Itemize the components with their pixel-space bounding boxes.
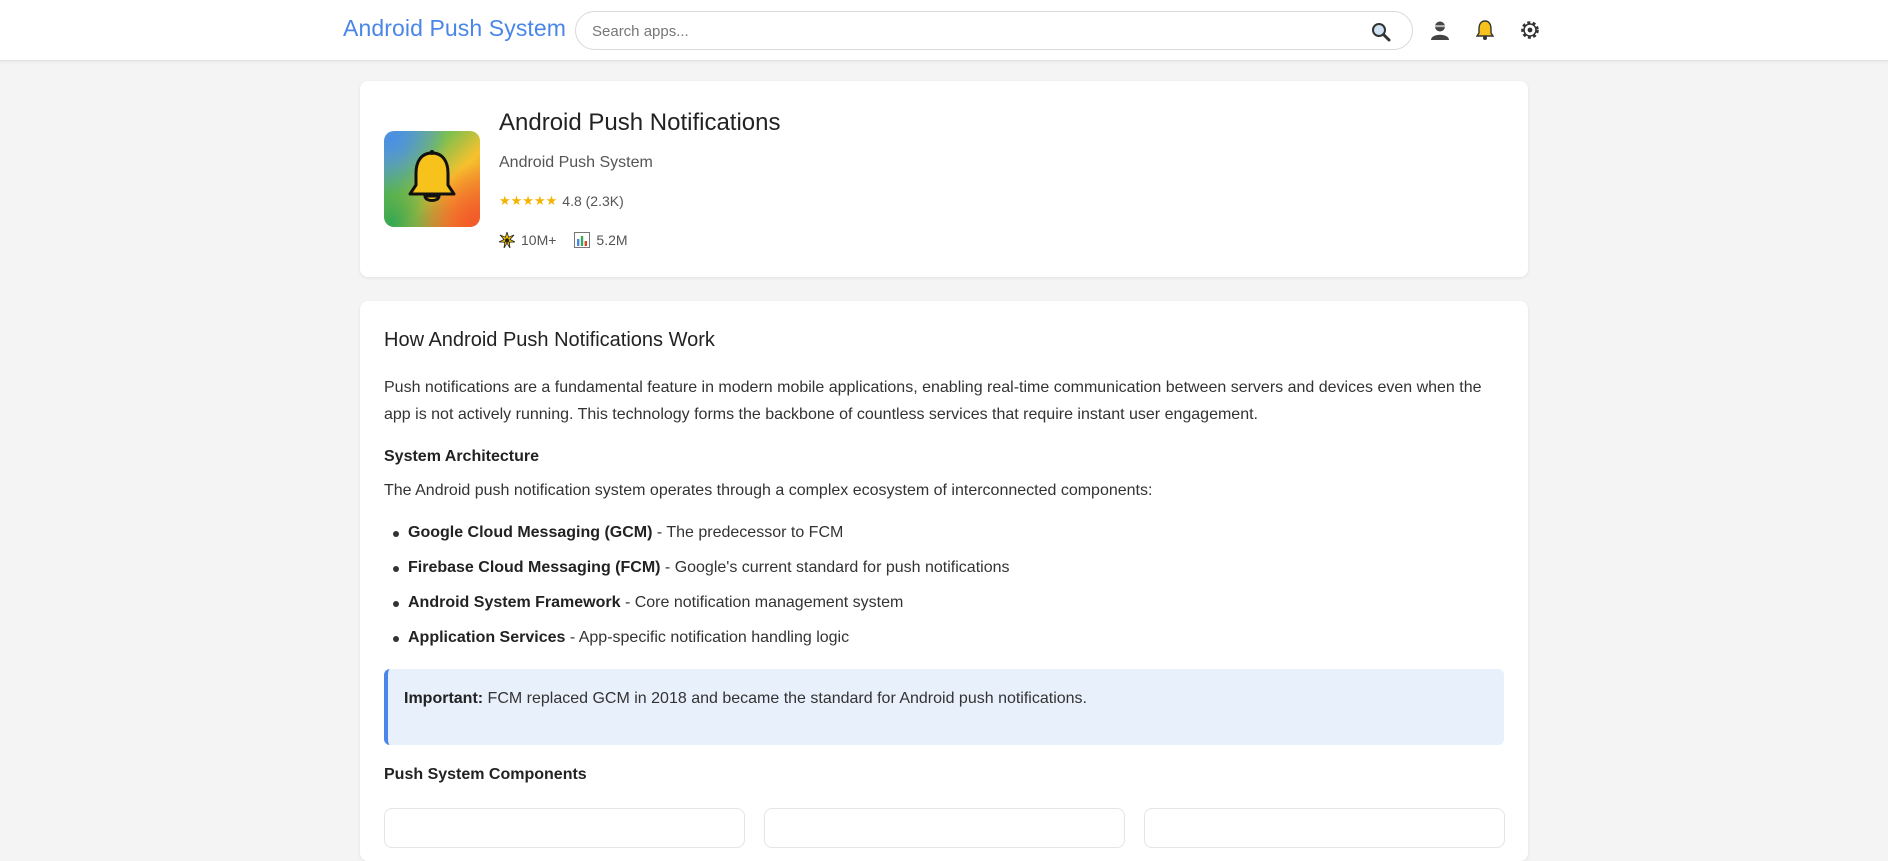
top-bar: Android Push System	[0, 0, 1888, 61]
component-name: Firebase Cloud Messaging (FCM)	[408, 559, 661, 576]
search-input[interactable]	[592, 20, 1352, 42]
component-card[interactable]	[384, 808, 745, 848]
component-name: Application Services	[408, 629, 566, 646]
bullet	[393, 601, 399, 607]
app-stats: 10M+ 5.2M	[499, 232, 646, 248]
app-title: Android Push Notifications	[499, 109, 781, 136]
article-heading: How Android Push Notifications Work	[384, 329, 715, 351]
list-item: Application Services - App-specific noti…	[384, 629, 1009, 664]
search-bar[interactable]	[575, 11, 1413, 50]
components-list: Google Cloud Messaging (GCM) - The prede…	[384, 524, 1009, 664]
component-name: Android System Framework	[408, 594, 621, 611]
sparkle-icon	[499, 232, 515, 248]
user-icon[interactable]	[1429, 19, 1451, 41]
component-desc: - The predecessor to FCM	[652, 524, 844, 541]
list-item: Firebase Cloud Messaging (FCM) - Google'…	[384, 559, 1009, 594]
important-callout: Important: FCM replaced GCM in 2018 and …	[384, 669, 1504, 745]
search-icon[interactable]	[1370, 21, 1392, 43]
components-heading: Push System Components	[384, 766, 587, 783]
component-name: Google Cloud Messaging (GCM)	[408, 524, 653, 541]
list-item: Google Cloud Messaging (GCM) - The prede…	[384, 524, 1009, 559]
downloads-value: 10M+	[521, 232, 557, 248]
app-rating: ★★★★★ 4.8 (2.3K)	[499, 193, 624, 209]
article-card: How Android Push Notifications Work Push…	[360, 301, 1528, 861]
bell-icon	[408, 150, 456, 202]
component-card[interactable]	[764, 808, 1125, 848]
list-item: Android System Framework - Core notifica…	[384, 594, 1009, 629]
component-desc: - App-specific notification handling log…	[565, 629, 850, 646]
component-desc: - Core notification management system	[620, 594, 904, 611]
app-header-card: Android Push Notifications Android Push …	[360, 81, 1528, 277]
architecture-intro: The Android push notification system ope…	[384, 482, 1153, 499]
bar-chart-icon	[574, 232, 591, 248]
article-intro: Push notifications are a fundamental fea…	[384, 379, 1482, 423]
gear-icon[interactable]	[1519, 19, 1541, 41]
rating-value: 4.8 (2.3K)	[562, 193, 624, 209]
rating-stars: ★★★★★	[499, 193, 558, 208]
component-desc: - Google's current standard for push not…	[660, 559, 1010, 576]
app-developer[interactable]: Android Push System	[499, 154, 653, 172]
brand-logo[interactable]: Android Push System	[343, 15, 566, 42]
active-users-stat: 5.2M	[574, 232, 628, 248]
bullet	[393, 566, 399, 572]
architecture-heading: System Architecture	[384, 448, 540, 465]
app-icon	[384, 131, 480, 227]
callout-body: FCM replaced GCM in 2018 and became the …	[483, 690, 1087, 707]
downloads-stat: 10M+	[499, 232, 556, 248]
callout-text: Important: FCM replaced GCM in 2018 and …	[404, 690, 1087, 708]
bell-icon[interactable]	[1474, 19, 1496, 41]
component-card[interactable]	[1144, 808, 1505, 848]
bullet	[393, 531, 399, 537]
active-users-value: 5.2M	[596, 232, 628, 248]
bullet	[393, 636, 399, 642]
callout-label: Important:	[404, 690, 484, 707]
